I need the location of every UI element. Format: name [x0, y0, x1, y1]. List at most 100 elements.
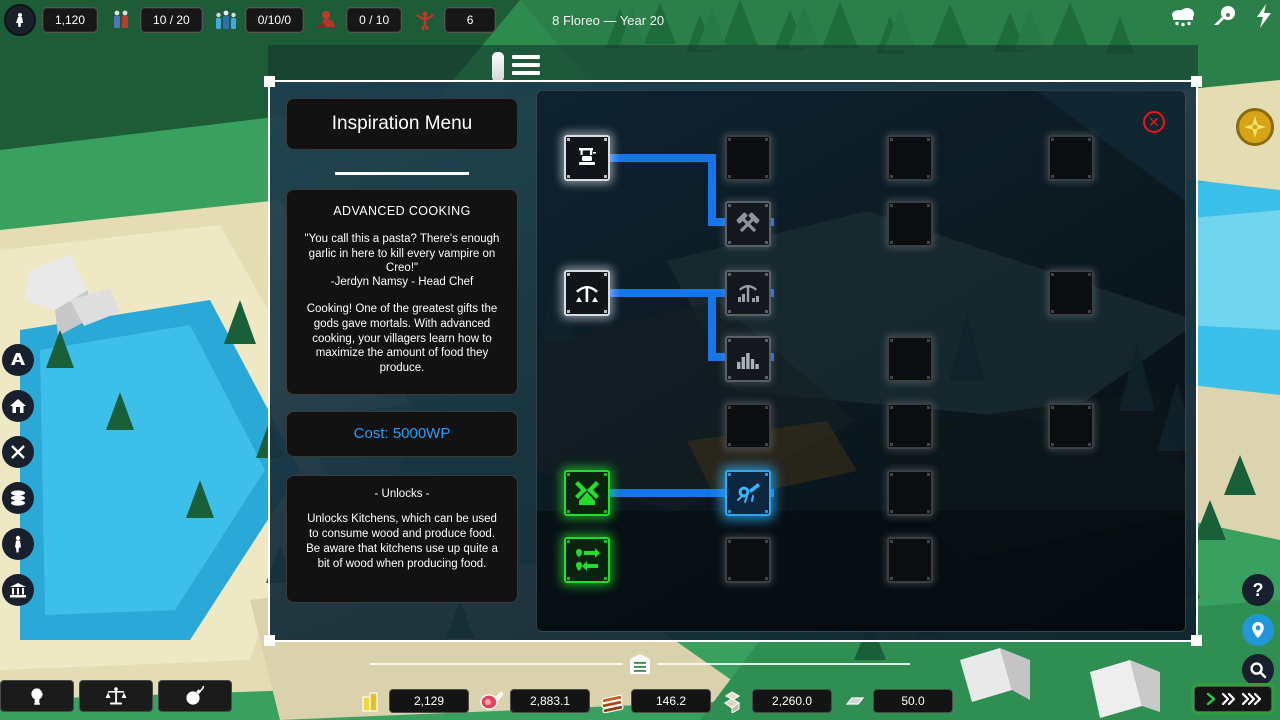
tech-node-locked[interactable]	[887, 336, 933, 382]
tech-node-locked[interactable]	[887, 201, 933, 247]
sidebar-item-government[interactable]	[2, 574, 34, 606]
tech-node-locked[interactable]	[725, 135, 771, 181]
top-status-bar: 1,120 10 / 20 0/10/0 0 / 10 6 8 Floreo —…	[0, 0, 1280, 40]
scales-icon	[105, 686, 127, 706]
metal-icon	[842, 688, 868, 714]
cooking-pot-icon	[733, 478, 763, 508]
window-backdrop-band	[268, 45, 1198, 80]
tech-node-mine[interactable]	[564, 270, 610, 316]
unlocks-title: - Unlocks -	[374, 487, 430, 500]
tech-cost[interactable]: Cost: 5000WP	[286, 410, 518, 457]
population-value: 10 / 20	[140, 7, 203, 33]
faith-stat: 1,120	[4, 4, 99, 36]
sidebar-item-help[interactable]: ?	[1242, 574, 1274, 606]
faith-icon	[10, 535, 26, 553]
disasters-button[interactable]	[158, 680, 232, 712]
location-pin-icon	[1249, 621, 1267, 639]
tree-link	[708, 154, 716, 226]
top-right-icons	[1170, 4, 1274, 28]
tech-node-locked[interactable]	[1048, 270, 1094, 316]
workforce-icon	[213, 7, 239, 33]
resource-food: 2,883.1	[479, 688, 590, 714]
close-icon[interactable]: ✕	[1143, 111, 1165, 133]
very-fast-forward-icon[interactable]	[1241, 692, 1261, 706]
tree-link	[610, 154, 716, 162]
fast-forward-icon[interactable]	[1221, 692, 1237, 706]
tech-node-anvil[interactable]	[564, 135, 610, 181]
inspiration-window: Inspiration Menu ADVANCED COOKING "You c…	[270, 82, 1196, 640]
workers-value: 0/10/0	[244, 7, 305, 33]
tech-node-locked[interactable]	[887, 135, 933, 181]
lightning-icon[interactable]	[1254, 4, 1274, 28]
tech-quote: "You call this a pasta? There's enough g…	[304, 233, 500, 275]
sidebar-item-locate[interactable]	[1242, 614, 1274, 646]
game-speed-control[interactable]	[1194, 686, 1272, 712]
food-value: 2,883.1	[510, 689, 590, 713]
tech-description-panel: ADVANCED COOKING "You call this a pasta?…	[286, 189, 518, 395]
resource-metal: 50.0	[842, 688, 953, 714]
unlocks-description: Unlocks Kitchens, which can be used to c…	[306, 512, 498, 570]
housing-icon	[9, 397, 27, 415]
sidebar-item-resources[interactable]	[2, 482, 34, 514]
tech-node-quarry[interactable]	[725, 336, 771, 382]
stone-icon	[721, 688, 747, 714]
tech-node-locked[interactable]	[725, 403, 771, 449]
comet-icon[interactable]	[1212, 4, 1238, 28]
government-icon	[9, 581, 27, 599]
unlocks-panel: - Unlocks - Unlocks Kitchens, which can …	[286, 474, 518, 603]
food-icon	[479, 688, 505, 714]
resources-icon	[9, 489, 27, 507]
tech-node-locked[interactable]	[887, 403, 933, 449]
tech-node-locked[interactable]	[887, 470, 933, 516]
tree-link	[708, 289, 716, 359]
tech-tree-panel[interactable]: ✕	[536, 90, 1186, 632]
weather-rain-icon[interactable]	[1170, 4, 1196, 28]
gold-icon	[358, 688, 384, 714]
tech-quote-author: -Jerdyn Namsy - Head Chef	[330, 276, 474, 289]
lightbulb-icon	[27, 686, 47, 706]
villagers-icon	[108, 7, 134, 33]
tech-node-locked[interactable]	[1048, 403, 1094, 449]
sidebar-item-military[interactable]	[2, 344, 34, 376]
bomb-icon	[184, 686, 206, 706]
sidebar-item-production[interactable]	[2, 436, 34, 468]
tech-node-crossed-hammers[interactable]	[725, 201, 771, 247]
windmill-icon	[572, 478, 602, 508]
tech-node-locked[interactable]	[725, 537, 771, 583]
bottom-bar: 2,129 2,883.1 146.2 2,260.0 50.0	[0, 654, 1280, 720]
resource-gold: 2,129	[358, 688, 469, 714]
storage-icon	[629, 653, 651, 675]
metal-value: 50.0	[873, 689, 953, 713]
scroll-handle[interactable]	[492, 52, 504, 82]
sidebar-item-faith[interactable]	[2, 528, 34, 560]
page-title: Inspiration Menu	[286, 98, 518, 150]
compass-icon[interactable]	[1236, 108, 1274, 146]
gold-value: 2,129	[389, 689, 469, 713]
hamburger-menu-icon[interactable]	[512, 52, 540, 78]
storage-divider	[370, 654, 910, 674]
happiness-icon	[412, 7, 438, 33]
game-date: 8 Floreo — Year 20	[552, 12, 665, 28]
trade-icon	[572, 545, 602, 575]
sidebar-item-housing[interactable]	[2, 390, 34, 422]
tech-node-pickaxe-ore[interactable]	[725, 270, 771, 316]
tech-node-cooking-pot[interactable]	[725, 470, 771, 516]
resource-bar: 2,129 2,883.1 146.2 2,260.0 50.0	[358, 688, 963, 714]
tech-node-trade[interactable]	[564, 537, 610, 583]
military-icon	[9, 351, 27, 369]
soldier-icon	[314, 7, 340, 33]
laws-button[interactable]	[79, 680, 153, 712]
crossed-hammers-icon	[733, 209, 763, 239]
resource-wood: 146.2	[600, 688, 711, 714]
wood-icon	[600, 688, 626, 714]
tech-node-locked[interactable]	[1048, 135, 1094, 181]
play-icon[interactable]	[1205, 692, 1217, 706]
faith-value: 1,120	[42, 7, 99, 33]
inspiration-button[interactable]	[0, 680, 74, 712]
soldiers-value: 0 / 10	[346, 7, 403, 33]
tech-node-windmill[interactable]	[564, 470, 610, 516]
resource-stone: 2,260.0	[721, 688, 832, 714]
help-icon: ?	[1252, 579, 1264, 600]
tech-name: ADVANCED COOKING	[333, 204, 471, 218]
tech-node-locked[interactable]	[887, 537, 933, 583]
